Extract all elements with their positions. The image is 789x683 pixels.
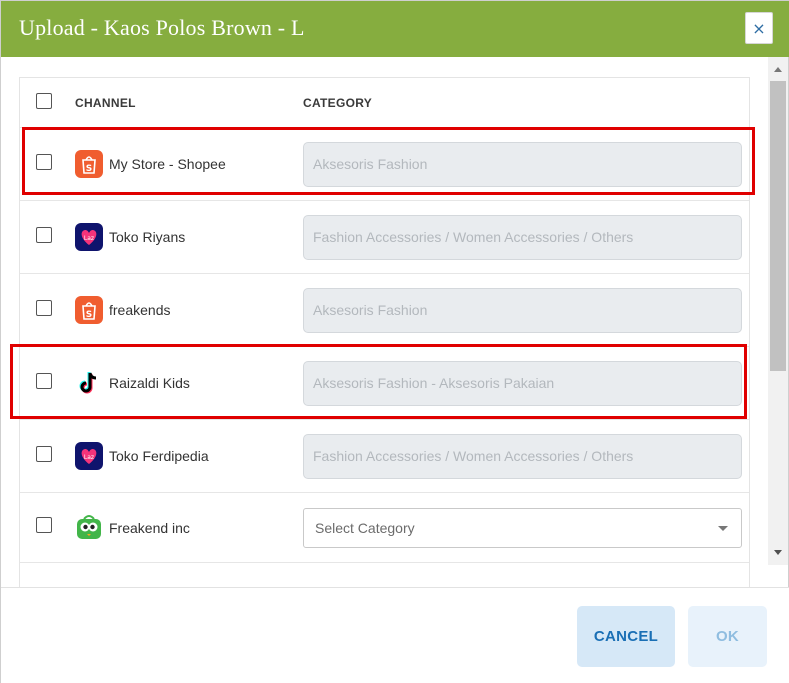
scroll-up-icon[interactable]: [774, 67, 782, 72]
scroll-thumb[interactable]: [770, 81, 786, 371]
category-value: Fashion Accessories / Women Accessories …: [313, 229, 634, 245]
upload-dialog: Upload - Kaos Polos Brown - L × CHANNEL …: [0, 0, 789, 683]
category-value: Aksesoris Fashion: [313, 302, 428, 318]
channel-name: Freakend inc: [109, 520, 190, 536]
row-checkbox[interactable]: [36, 446, 52, 462]
highlight-box: [10, 344, 747, 419]
row-checkbox[interactable]: [36, 300, 52, 316]
lazada-icon: Laz: [75, 223, 103, 251]
category-field: Fashion Accessories / Women Accessories …: [303, 215, 742, 260]
category-select[interactable]: Select Category: [303, 508, 742, 548]
channel-column-header: CHANNEL: [75, 96, 136, 110]
table-row: S freakends Aksesoris Fashion: [20, 274, 749, 347]
category-field: Aksesoris Fashion: [303, 288, 742, 333]
category-value: Fashion Accessories / Women Accessories …: [313, 448, 634, 464]
close-icon: ×: [752, 19, 766, 38]
tokopedia-icon: [75, 513, 103, 541]
svg-text:S: S: [86, 310, 92, 320]
svg-text:Laz: Laz: [84, 235, 94, 242]
channel-name: Toko Ferdipedia: [109, 448, 209, 464]
table-row: Laz Toko Riyans Fashion Accessories / Wo…: [20, 201, 749, 274]
row-checkbox[interactable]: [36, 517, 52, 533]
channel-name: freakends: [109, 302, 171, 318]
table-row: Freakend inc Select Category: [20, 493, 749, 563]
close-button[interactable]: ×: [745, 12, 773, 44]
category-column-header: CATEGORY: [303, 96, 373, 110]
table-header-row: CHANNEL CATEGORY: [20, 78, 749, 128]
shopee-icon: S: [75, 296, 103, 324]
svg-text:Laz: Laz: [84, 454, 94, 461]
dialog-footer: CANCEL OK: [1, 587, 789, 683]
table-row: Laz Toko Ferdipedia Fashion Accessories …: [20, 420, 749, 493]
highlight-box: [22, 127, 755, 195]
category-select-placeholder: Select Category: [315, 520, 415, 536]
dialog-header: Upload - Kaos Polos Brown - L ×: [1, 1, 789, 57]
row-checkbox[interactable]: [36, 227, 52, 243]
channel-name: Toko Riyans: [109, 229, 186, 245]
lazada-icon: Laz: [75, 442, 103, 470]
scroll-down-icon[interactable]: [774, 550, 782, 555]
category-field: Fashion Accessories / Women Accessories …: [303, 434, 742, 479]
ok-button[interactable]: OK: [688, 606, 767, 667]
vertical-scrollbar[interactable]: [768, 57, 788, 565]
cancel-button[interactable]: CANCEL: [577, 606, 675, 667]
chevron-down-icon: [718, 526, 728, 531]
dialog-title: Upload - Kaos Polos Brown - L: [19, 15, 305, 40]
select-all-checkbox[interactable]: [36, 93, 52, 109]
